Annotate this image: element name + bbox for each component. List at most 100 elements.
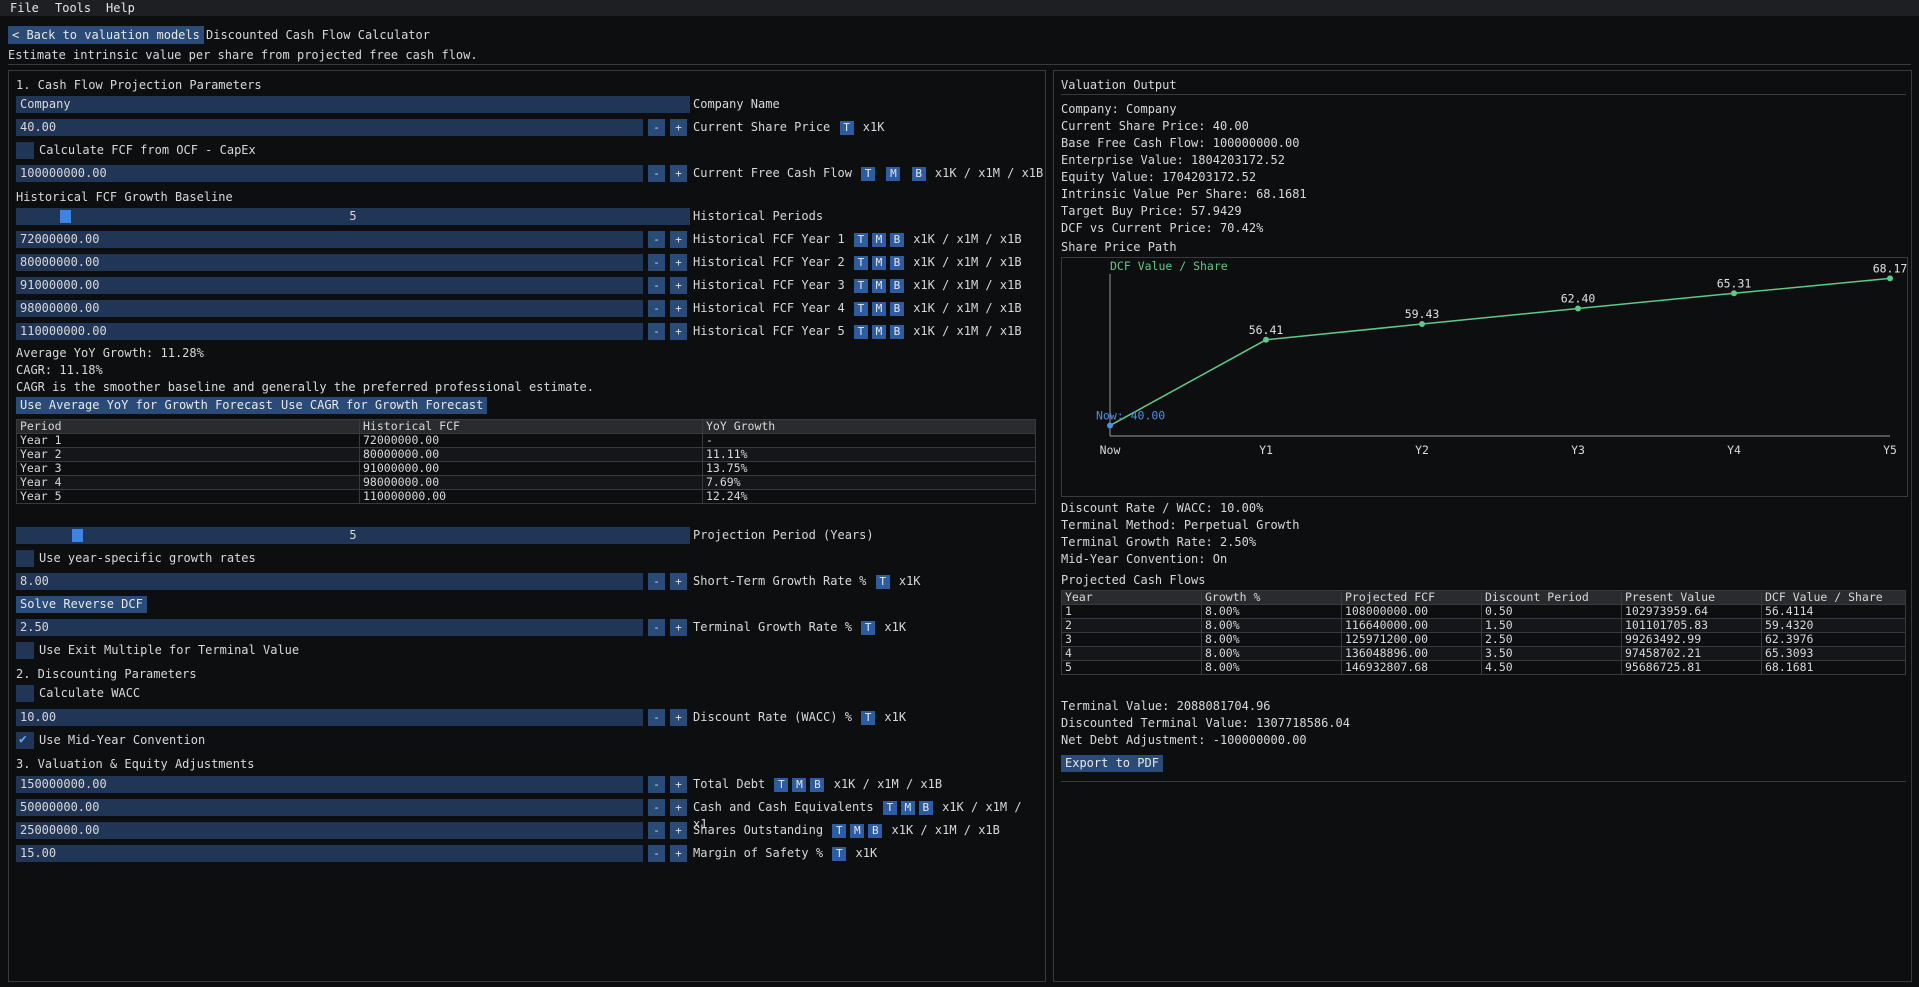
million-toggle[interactable]: M — [886, 166, 901, 181]
solve-reverse-dcf-button[interactable]: Solve Reverse DCF — [16, 596, 147, 613]
output-line: Current Share Price: 40.00 — [1061, 119, 1249, 133]
margin-of-safety-input[interactable]: 15.00 — [16, 845, 643, 862]
decrement-button[interactable]: - — [648, 254, 665, 271]
increment-button[interactable]: + — [670, 709, 687, 726]
output-line: Terminal Method: Perpetual Growth — [1061, 518, 1300, 532]
thousand-toggle[interactable]: T — [861, 620, 876, 635]
increment-button[interactable]: + — [670, 231, 687, 248]
decrement-button[interactable]: - — [648, 231, 665, 248]
data-label: 56.41 — [1249, 323, 1284, 337]
menu-help[interactable]: Help — [106, 1, 135, 15]
exit-multiple-checkbox[interactable] — [16, 642, 34, 659]
thousand-toggle[interactable]: T — [861, 166, 876, 181]
thousand-toggle[interactable]: T — [853, 278, 868, 293]
increment-button[interactable]: + — [670, 277, 687, 294]
billion-toggle[interactable]: B — [889, 301, 904, 316]
table-row: 4 8.00% 136048896.00 3.50 97458702.21 65… — [1061, 646, 1906, 661]
thousand-toggle[interactable]: T — [853, 324, 868, 339]
increment-button[interactable]: + — [670, 776, 687, 793]
current-fcf-label-row: Current Free Cash Flow T M B x1K / x1M /… — [693, 165, 1043, 182]
historical-fcf-input[interactable]: 80000000.00 — [16, 254, 643, 271]
calc-wacc-checkbox[interactable] — [16, 685, 34, 702]
cash-input[interactable]: 50000000.00 — [16, 799, 643, 816]
thousand-toggle[interactable]: T — [853, 232, 868, 247]
thousand-toggle[interactable]: T — [774, 777, 789, 792]
decrement-button[interactable]: - — [648, 709, 665, 726]
increment-button[interactable]: + — [670, 165, 687, 182]
decrement-button[interactable]: - — [648, 119, 665, 136]
increment-button[interactable]: + — [670, 799, 687, 816]
data-label: 65.31 — [1717, 276, 1752, 290]
menu-tools[interactable]: Tools — [55, 1, 91, 15]
increment-button[interactable]: + — [670, 845, 687, 862]
decrement-button[interactable]: - — [648, 799, 665, 816]
increment-button[interactable]: + — [670, 300, 687, 317]
historical-fcf-input[interactable]: 72000000.00 — [16, 231, 643, 248]
historical-periods-slider[interactable]: 5 — [16, 208, 690, 225]
menu-file[interactable]: File — [10, 1, 39, 15]
thousand-toggle[interactable]: T — [839, 120, 854, 135]
million-toggle[interactable]: M — [871, 232, 886, 247]
increment-button[interactable]: + — [670, 573, 687, 590]
use-average-yoy-button[interactable]: Use Average YoY for Growth Forecast — [16, 397, 277, 414]
mid-year-checkbox[interactable] — [16, 732, 34, 749]
decrement-button[interactable]: - — [648, 776, 665, 793]
decrement-button[interactable]: - — [648, 323, 665, 340]
historical-fcf-input[interactable]: 98000000.00 — [16, 300, 643, 317]
decrement-button[interactable]: - — [648, 573, 665, 590]
increment-button[interactable]: + — [670, 254, 687, 271]
historical-fcf-input[interactable]: 110000000.00 — [16, 323, 643, 340]
historical-fcf-label-row: Historical FCF Year 4 TMB x1K / x1M / x1… — [693, 300, 1022, 317]
historical-fcf-input[interactable]: 91000000.00 — [16, 277, 643, 294]
thousand-toggle[interactable]: T — [875, 574, 890, 589]
thousand-toggle[interactable]: T — [853, 301, 868, 316]
billion-toggle[interactable]: B — [889, 232, 904, 247]
billion-toggle[interactable]: B — [868, 823, 883, 838]
decrement-button[interactable]: - — [648, 300, 665, 317]
data-point — [1107, 422, 1113, 429]
thousand-toggle[interactable]: T — [832, 846, 847, 861]
shares-outstanding-input[interactable]: 25000000.00 — [16, 822, 643, 839]
thousand-toggle[interactable]: T — [882, 800, 897, 815]
increment-button[interactable]: + — [670, 119, 687, 136]
million-toggle[interactable]: M — [871, 324, 886, 339]
wacc-input[interactable]: 10.00 — [16, 709, 643, 726]
thousand-toggle[interactable]: T — [832, 823, 847, 838]
decrement-button[interactable]: - — [648, 822, 665, 839]
thousand-toggle[interactable]: T — [861, 710, 876, 725]
cagr-note: CAGR is the smoother baseline and genera… — [16, 380, 594, 394]
projection-period-slider[interactable]: 5 — [16, 527, 690, 544]
billion-toggle[interactable]: B — [810, 777, 825, 792]
decrement-button[interactable]: - — [648, 165, 665, 182]
terminal-growth-input[interactable]: 2.50 — [16, 619, 643, 636]
billion-toggle[interactable]: B — [889, 278, 904, 293]
increment-button[interactable]: + — [670, 822, 687, 839]
company-name-input[interactable]: Company — [16, 96, 690, 113]
billion-toggle[interactable]: B — [889, 324, 904, 339]
current-fcf-input[interactable]: 100000000.00 — [16, 165, 643, 182]
increment-button[interactable]: + — [670, 323, 687, 340]
billion-toggle[interactable]: B — [889, 255, 904, 270]
calc-fcf-checkbox[interactable] — [16, 142, 34, 159]
decrement-button[interactable]: - — [648, 277, 665, 294]
decrement-button[interactable]: - — [648, 845, 665, 862]
use-cagr-button[interactable]: Use CAGR for Growth Forecast — [277, 397, 488, 414]
million-toggle[interactable]: M — [850, 823, 865, 838]
thousand-toggle[interactable]: T — [853, 255, 868, 270]
total-debt-input[interactable]: 150000000.00 — [16, 776, 643, 793]
million-toggle[interactable]: M — [871, 278, 886, 293]
million-toggle[interactable]: M — [792, 777, 807, 792]
decrement-button[interactable]: - — [648, 619, 665, 636]
million-toggle[interactable]: M — [900, 800, 915, 815]
increment-button[interactable]: + — [670, 619, 687, 636]
total-debt-label: Total Debt — [693, 777, 766, 791]
million-toggle[interactable]: M — [871, 301, 886, 316]
billion-toggle[interactable]: B — [918, 800, 933, 815]
export-pdf-button[interactable]: Export to PDF — [1061, 755, 1163, 772]
back-button[interactable]: < Back to valuation models — [8, 26, 204, 44]
million-toggle[interactable]: M — [871, 255, 886, 270]
year-specific-checkbox[interactable] — [16, 550, 34, 567]
billion-toggle[interactable]: B — [911, 166, 926, 181]
short-term-growth-input[interactable]: 8.00 — [16, 573, 643, 590]
share-price-input[interactable]: 40.00 — [16, 119, 643, 136]
